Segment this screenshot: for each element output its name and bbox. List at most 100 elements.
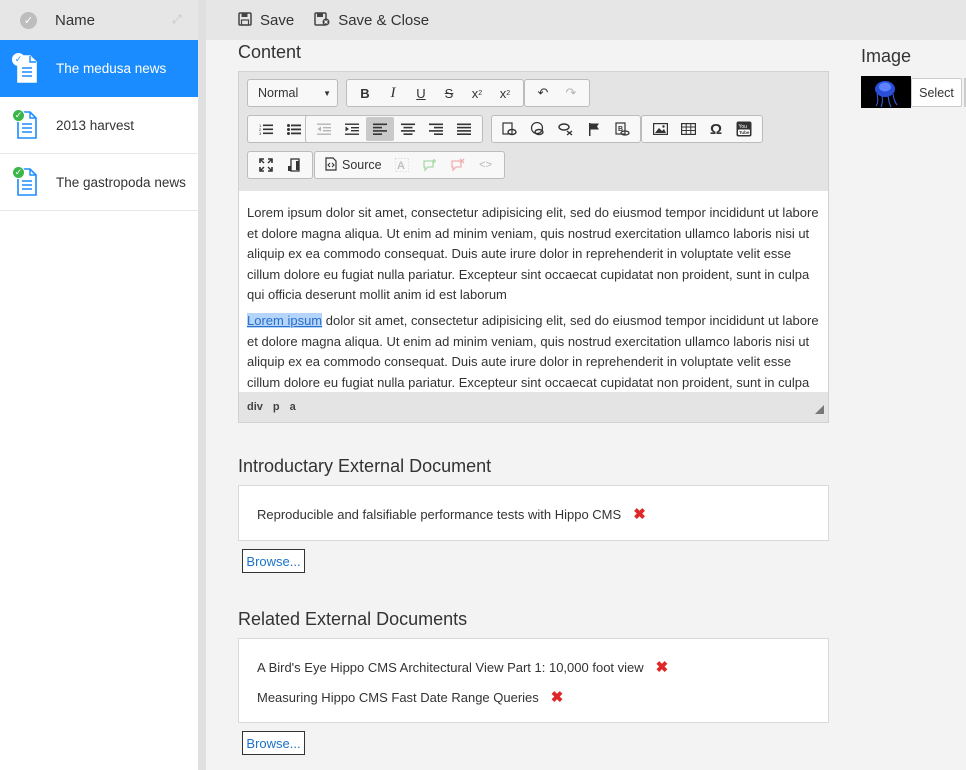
related-docs-title: Related External Documents bbox=[238, 609, 468, 629]
panel-splitter[interactable] bbox=[198, 0, 206, 770]
selected-link[interactable]: Lorem ipsum bbox=[247, 312, 323, 328]
paragraph-2: Lorem ipsum dolor sit amet, consectetur … bbox=[247, 311, 820, 392]
maximize-icon[interactable] bbox=[252, 153, 280, 177]
internal-link-icon[interactable] bbox=[524, 117, 552, 141]
bold-button[interactable]: B bbox=[351, 81, 379, 105]
italic-button[interactable]: I bbox=[379, 81, 407, 105]
name-column-header[interactable]: Name bbox=[55, 12, 95, 29]
related-docs-box: A Bird's Eye Hippo CMS Architectural Vie… bbox=[238, 638, 829, 723]
floppy-disk-icon bbox=[238, 11, 252, 29]
intro-doc-title: Introductary External Document bbox=[238, 456, 492, 476]
document-icon: ✓ bbox=[12, 52, 40, 85]
editor-toolbar: Save Save & Close bbox=[206, 0, 966, 40]
subscript-button[interactable]: x2 bbox=[463, 81, 491, 105]
list-item-label: 2013 harvest bbox=[56, 117, 135, 133]
image-title: Image bbox=[861, 46, 912, 66]
select-all-check-icon[interactable]: ✓ bbox=[20, 11, 37, 29]
save-label: Save bbox=[260, 11, 295, 29]
paragraph-1: Lorem ipsum dolor sit amet, consectetur … bbox=[247, 205, 819, 303]
content-title: Content bbox=[238, 42, 302, 62]
add-comment-icon[interactable] bbox=[416, 153, 444, 177]
svg-text:Tube: Tube bbox=[739, 130, 750, 135]
source-icon bbox=[325, 156, 337, 174]
expand-icon[interactable]: ⤢ bbox=[172, 13, 184, 25]
path-item-div[interactable]: div bbox=[247, 401, 263, 413]
source-label: Source bbox=[342, 158, 382, 172]
spellcheck-icon[interactable]: A bbox=[388, 153, 416, 177]
published-check-icon: ✓ bbox=[12, 109, 25, 122]
image-icon[interactable] bbox=[646, 117, 674, 141]
align-right-icon[interactable] bbox=[422, 117, 450, 141]
list-item-label: The medusa news bbox=[56, 61, 167, 76]
path-item-a[interactable]: a bbox=[290, 401, 296, 413]
strikethrough-button[interactable]: S bbox=[435, 81, 463, 105]
rte-toolbar: Normal ▼ B I U S x2 x2 ↶ ↷ 123 B Ω You T… bbox=[239, 72, 828, 191]
unlink-icon[interactable] bbox=[552, 117, 580, 141]
image-select-button[interactable]: Select bbox=[911, 78, 962, 107]
related-doc-link[interactable]: Measuring Hippo CMS Fast Date Range Quer… bbox=[257, 690, 539, 705]
show-blocks-icon[interactable] bbox=[280, 153, 308, 177]
intro-browse-button[interactable]: Browse... bbox=[242, 549, 305, 573]
superscript-button[interactable]: x2 bbox=[491, 81, 519, 105]
special-character-icon[interactable]: Ω bbox=[702, 117, 730, 141]
document-list-sidebar: ✓ Name ⤢ ✓ The medusa news ✓ 2013 harves… bbox=[0, 0, 198, 770]
source-group: Source A <> bbox=[314, 151, 505, 179]
published-check-icon: ✓ bbox=[12, 52, 25, 66]
insert-group: Ω You Tube bbox=[641, 115, 763, 143]
source-button[interactable]: Source bbox=[319, 153, 388, 177]
element-path-bar: div p a bbox=[239, 392, 828, 422]
redo-icon[interactable]: ↷ bbox=[557, 81, 585, 105]
justify-icon[interactable] bbox=[450, 117, 478, 141]
code-icon[interactable]: <> bbox=[472, 153, 500, 177]
document-icon: ✓ bbox=[12, 109, 40, 141]
save-and-close-button[interactable]: Save & Close bbox=[314, 12, 429, 29]
increase-indent-icon[interactable] bbox=[338, 117, 366, 141]
list-item-2013-harvest[interactable]: ✓ 2013 harvest bbox=[0, 97, 198, 154]
svg-text:A: A bbox=[397, 160, 405, 172]
format-dropdown[interactable]: Normal ▼ bbox=[247, 79, 338, 107]
align-left-icon[interactable] bbox=[366, 117, 394, 141]
document-icon: ✓ bbox=[12, 166, 40, 198]
anchor-flag-icon[interactable] bbox=[580, 117, 608, 141]
undo-icon[interactable]: ↶ bbox=[529, 81, 557, 105]
intro-doc-link[interactable]: Reproducible and falsifiable performance… bbox=[257, 507, 621, 522]
related-doc-row: A Bird's Eye Hippo CMS Architectural Vie… bbox=[257, 658, 810, 676]
rich-text-editor: Normal ▼ B I U S x2 x2 ↶ ↷ 123 B Ω You T… bbox=[238, 71, 829, 423]
intro-doc-row: Reproducible and falsifiable performance… bbox=[257, 505, 810, 523]
view-group bbox=[247, 151, 313, 179]
list-item-the-medusa-news[interactable]: ✓ The medusa news bbox=[0, 40, 198, 97]
save-and-close-label: Save & Close bbox=[338, 11, 430, 29]
undo-redo-group: ↶ ↷ bbox=[524, 79, 590, 107]
related-browse-button[interactable]: Browse... bbox=[242, 731, 305, 755]
svg-text:3: 3 bbox=[259, 131, 262, 135]
link-icon[interactable] bbox=[496, 117, 524, 141]
underline-button[interactable]: U bbox=[407, 81, 435, 105]
basic-styles-group: B I U S x2 x2 bbox=[346, 79, 524, 107]
path-item-p[interactable]: p bbox=[273, 401, 280, 413]
image-thumbnail[interactable] bbox=[861, 76, 911, 108]
related-doc-row: Measuring Hippo CMS Fast Date Range Quer… bbox=[257, 688, 810, 706]
indent-buttons-group bbox=[305, 115, 483, 143]
save-button[interactable]: Save bbox=[238, 12, 294, 29]
list-item-the-gastropoda-news[interactable]: ✓ The gastropoda news bbox=[0, 154, 198, 211]
related-doc-link[interactable]: A Bird's Eye Hippo CMS Architectural Vie… bbox=[257, 660, 644, 675]
list-item-label: The gastropoda news bbox=[56, 174, 186, 190]
link-group: B bbox=[491, 115, 641, 143]
resize-handle[interactable] bbox=[815, 405, 824, 414]
list-group: 123 bbox=[247, 115, 313, 143]
delete-x-icon[interactable]: ✖ bbox=[633, 505, 646, 523]
delete-x-icon[interactable]: ✖ bbox=[551, 688, 564, 706]
bulleted-list-icon[interactable] bbox=[280, 117, 308, 141]
align-center-icon[interactable] bbox=[394, 117, 422, 141]
editor-content-area[interactable]: Lorem ipsum dolor sit amet, consectetur … bbox=[239, 191, 828, 392]
delete-x-icon[interactable]: ✖ bbox=[656, 658, 669, 676]
intro-doc-box: Reproducible and falsifiable performance… bbox=[238, 485, 829, 541]
youtube-icon[interactable]: You Tube bbox=[730, 117, 758, 141]
table-icon[interactable] bbox=[674, 117, 702, 141]
decrease-indent-icon[interactable] bbox=[310, 117, 338, 141]
numbered-list-icon[interactable]: 123 bbox=[252, 117, 280, 141]
format-value: Normal bbox=[258, 86, 299, 100]
remove-comment-icon[interactable] bbox=[444, 153, 472, 177]
document-link-icon[interactable]: B bbox=[608, 117, 636, 141]
paragraph-2-text: dolor sit amet, consectetur adipisicing … bbox=[247, 312, 819, 390]
